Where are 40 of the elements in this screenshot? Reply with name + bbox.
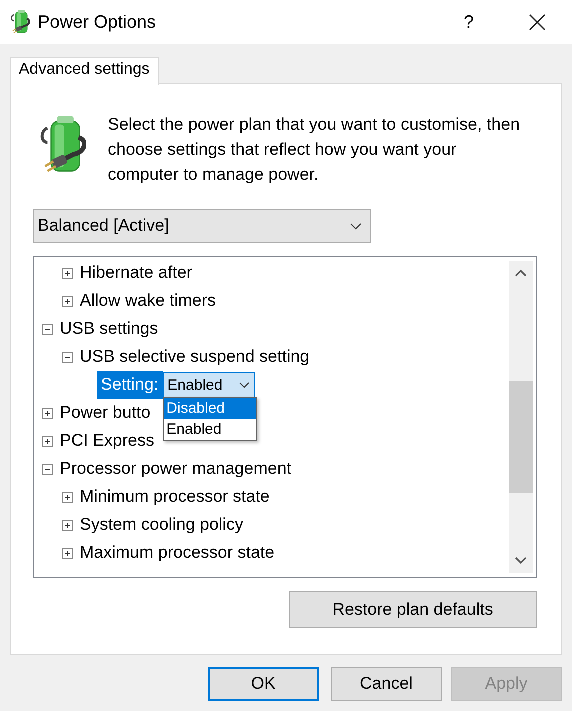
scrollbar[interactable]: [509, 261, 533, 573]
plan-dropdown[interactable]: Balanced [Active]: [33, 209, 371, 243]
collapse-icon[interactable]: [62, 352, 73, 362]
setting-dropdown[interactable]: Enabled: [162, 372, 255, 398]
tree-item[interactable]: Minimum processor state: [80, 487, 270, 507]
expand-icon[interactable]: [42, 408, 53, 418]
restore-defaults-button[interactable]: Restore plan defaults: [289, 591, 537, 628]
cancel-button[interactable]: Cancel: [331, 667, 442, 701]
tree-item[interactable]: USB selective suspend setting: [80, 347, 310, 367]
tree-item[interactable]: Maximum processor state: [80, 543, 275, 563]
expand-icon[interactable]: [62, 548, 73, 558]
scrollbar-thumb[interactable]: [509, 381, 533, 493]
dropdown-option[interactable]: Disabled: [164, 398, 256, 419]
tree-item[interactable]: System cooling policy: [80, 515, 244, 535]
tree-item[interactable]: Allow wake timers: [80, 291, 216, 311]
tab[interactable]: Advanced settings: [10, 57, 159, 85]
expand-icon[interactable]: [62, 296, 73, 306]
close-icon[interactable]: [529, 14, 546, 30]
intro-text: Select the power plan that you want to customise, then choose settings that reflect how you want your computer to manage power.: [108, 114, 522, 186]
ok-button[interactable]: OK: [208, 667, 319, 701]
tree-item[interactable]: Processor power management: [60, 459, 292, 479]
collapse-icon[interactable]: [42, 324, 53, 334]
tree-item[interactable]: PCI Express: [60, 431, 154, 451]
expand-icon[interactable]: [62, 520, 73, 530]
help-button[interactable]: ?: [459, 12, 479, 32]
tree-item[interactable]: Power butto: [60, 403, 151, 423]
collapse-icon[interactable]: [42, 464, 53, 474]
tree-item[interactable]: USB settings: [60, 319, 158, 339]
tree-item[interactable]: Hibernate after: [80, 263, 192, 283]
scroll-up-icon[interactable]: [515, 269, 527, 277]
window-title: Power Options: [38, 12, 158, 32]
chevron-down-icon: [238, 382, 250, 388]
chevron-down-icon: [350, 222, 362, 230]
expand-icon[interactable]: [62, 268, 73, 278]
setting-label: Setting:: [97, 371, 163, 399]
dropdown-option[interactable]: Enabled: [164, 419, 256, 440]
battery-plug-icon: [10, 9, 30, 35]
expand-icon[interactable]: [42, 436, 53, 446]
expand-icon[interactable]: [62, 492, 73, 502]
scroll-down-icon[interactable]: [515, 557, 527, 565]
